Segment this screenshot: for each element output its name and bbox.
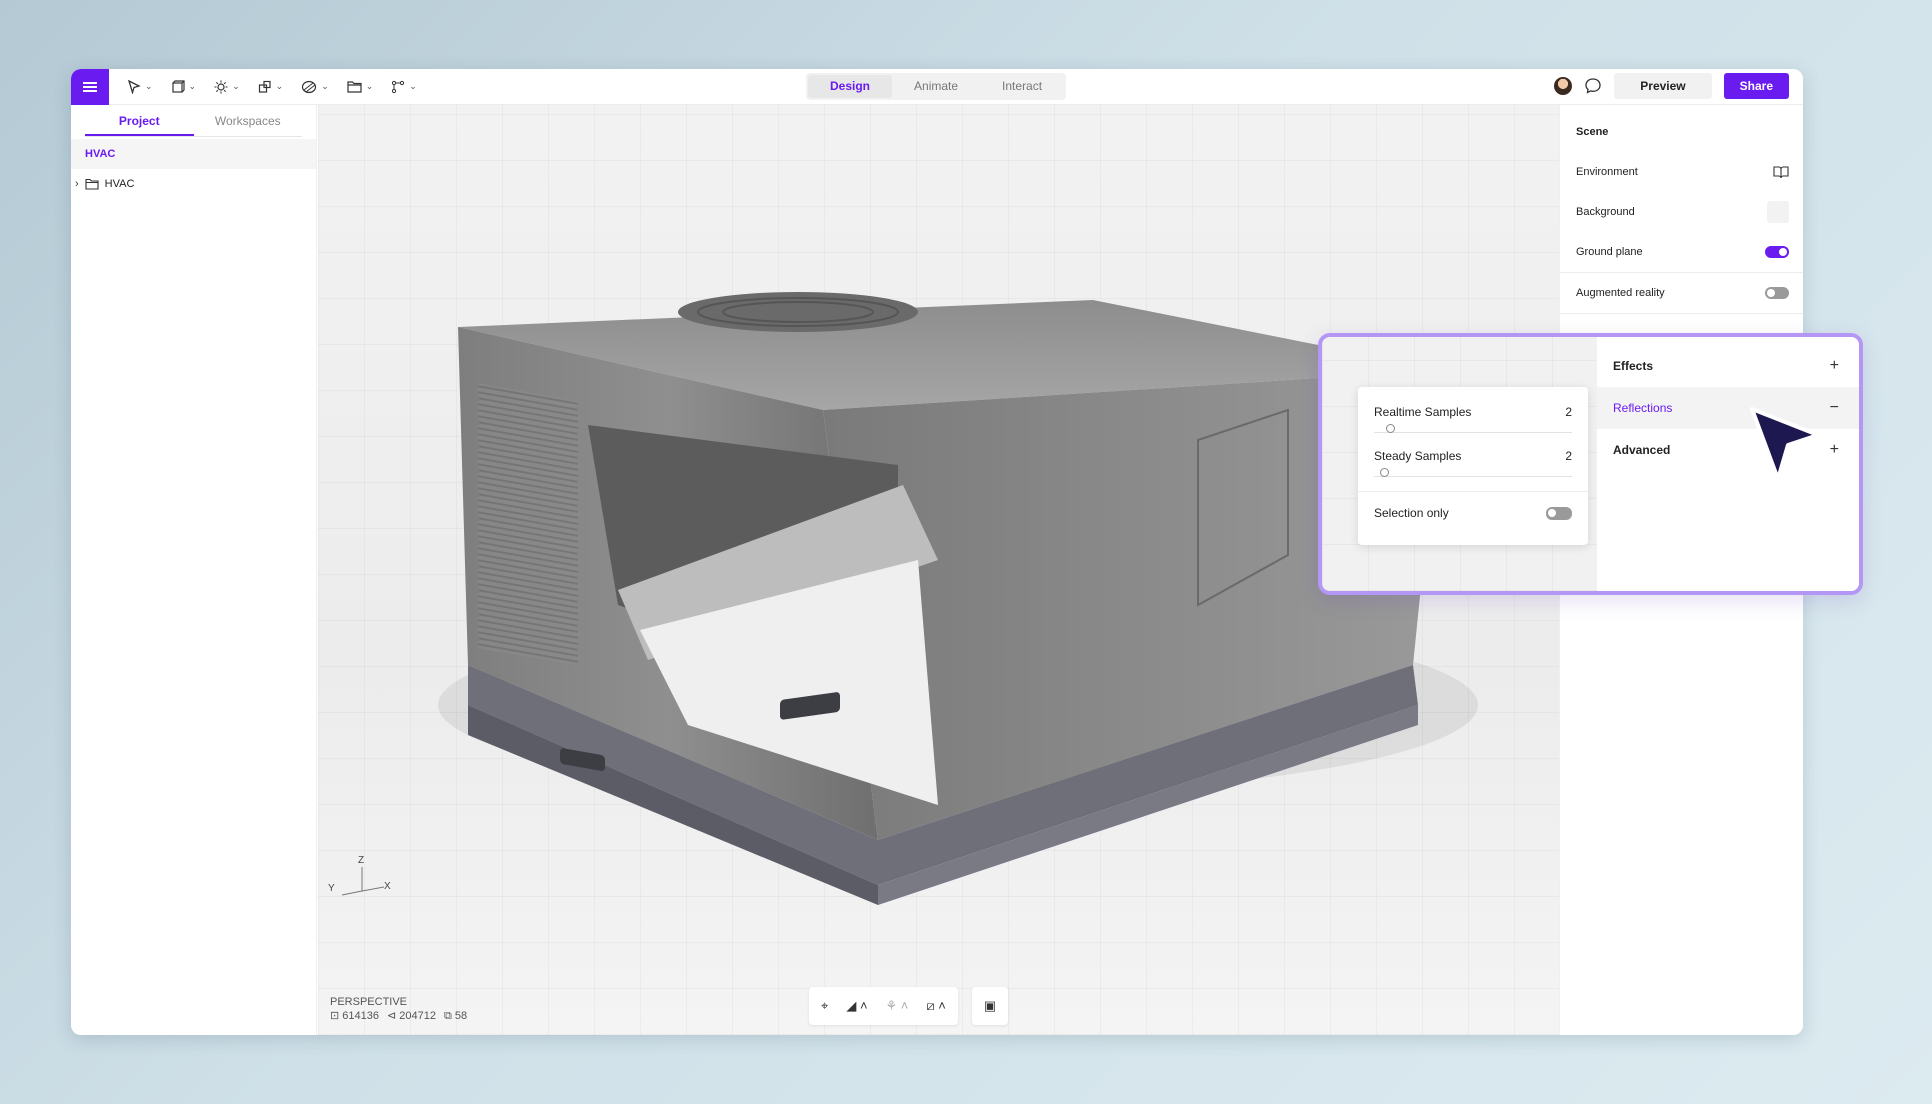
display-icon[interactable]: ⚘ ˄ [886, 998, 909, 1014]
background-row[interactable]: Background [1560, 192, 1803, 232]
select-tool-icon[interactable]: ⌄ [127, 79, 153, 94]
minus-icon[interactable]: − [1830, 399, 1839, 417]
steady-samples-value[interactable]: 2 [1565, 449, 1572, 463]
image-icon[interactable]: ▣ [984, 998, 996, 1014]
edge-icon: ⊲ [387, 1010, 400, 1022]
book-icon[interactable] [1773, 165, 1789, 179]
viewport-tool-group: ⌖ ◢ ˄ ⚘ ˄ ⧄ ˄ [809, 987, 958, 1025]
tab-design[interactable]: Design [808, 75, 893, 98]
viewport-controls: ⌖ ◢ ˄ ⚘ ˄ ⧄ ˄ ▣ [809, 987, 1009, 1025]
avatar[interactable] [1554, 77, 1573, 95]
object-count: ⧉ 58 [444, 1010, 468, 1022]
ground-plane-toggle[interactable] [1765, 246, 1789, 258]
augmented-reality-row[interactable]: Augmented reality [1560, 273, 1803, 313]
scene-stats: ⊡ 614136 ⊲ 204712 ⧉ 58 [330, 1009, 467, 1023]
camera-mode[interactable]: PERSPECTIVE [330, 995, 467, 1009]
path-tool-icon[interactable]: ⌄ [391, 80, 417, 94]
realtime-samples-label: Realtime Samples [1374, 405, 1472, 419]
tree-item-label: HVAC [104, 178, 135, 190]
plus-icon[interactable]: + [1830, 357, 1839, 375]
top-toolbar: ⌄ ⌄ ⌄ ⌄ ⌄ ⌄ ⌄ Design Animate Interact Pr… [71, 69, 1803, 105]
selection-only-toggle[interactable] [1546, 506, 1572, 520]
share-button[interactable]: Share [1723, 73, 1789, 99]
mode-switcher: Design Animate Interact [806, 73, 1067, 100]
selection-only-row: Selection only [1358, 492, 1588, 534]
material-tool-icon[interactable]: ⌄ [301, 80, 329, 94]
steady-samples-slider[interactable] [1374, 467, 1572, 477]
background-color-swatch[interactable] [1767, 201, 1789, 223]
hamburger-icon[interactable] [71, 69, 109, 105]
left-panel: Project Workspaces HVAC › HVAC [71, 105, 317, 1035]
left-panel-tabs: Project Workspaces [85, 105, 302, 137]
divider [1560, 313, 1803, 314]
tree-item-hvac[interactable]: › HVAC [71, 169, 316, 199]
object-icon: ⧉ [444, 1010, 455, 1022]
steady-samples-label: Steady Samples [1374, 449, 1462, 463]
realtime-samples-row: Realtime Samples 2 [1358, 387, 1588, 433]
folder-icon [85, 178, 99, 190]
slider-knob[interactable] [1386, 424, 1395, 433]
viewport-info: PERSPECTIVE ⊡ 614136 ⊲ 204712 ⧉ 58 [330, 995, 467, 1023]
vertex-icon: ⊡ [330, 1010, 343, 1022]
vertex-count: ⊡ 614136 [330, 1010, 379, 1022]
render-group: ▣ [971, 987, 1009, 1025]
folder-tool-icon[interactable]: ⌄ [347, 80, 373, 93]
realtime-samples-value[interactable]: 2 [1565, 405, 1572, 419]
tab-workspaces[interactable]: Workspaces [194, 105, 303, 136]
edge-count: ⊲ 204712 [387, 1010, 436, 1022]
focus-icon[interactable]: ⌖ [821, 998, 828, 1014]
toolbar-right: Preview Share [1554, 73, 1789, 99]
axis-gizmo: Z Y X [328, 855, 408, 905]
steady-samples-row: Steady Samples 2 [1358, 433, 1588, 477]
comment-icon[interactable] [1584, 77, 1602, 95]
instance-tool-icon[interactable]: ⌄ [258, 80, 283, 94]
environment-row[interactable]: Environment [1560, 152, 1803, 192]
reflections-popup: Realtime Samples 2 Steady Samples 2 Sele… [1358, 387, 1588, 545]
light-tool-icon[interactable]: ⌄ [214, 80, 240, 94]
slider-knob[interactable] [1380, 468, 1389, 477]
tab-interact[interactable]: Interact [980, 75, 1064, 98]
chevron-right-icon[interactable]: › [75, 178, 79, 190]
plus-icon[interactable]: + [1830, 441, 1839, 459]
wireframe-icon[interactable]: ⧄ ˄ [926, 998, 945, 1014]
ground-plane-row[interactable]: Ground plane [1560, 232, 1803, 272]
tab-project[interactable]: Project [85, 105, 194, 136]
preview-button[interactable]: Preview [1614, 73, 1712, 99]
cube-tool-icon[interactable]: ⌄ [171, 79, 196, 94]
tab-animate[interactable]: Animate [892, 75, 980, 98]
axis-y-label: Y [328, 883, 335, 894]
scene-section-title: Scene [1576, 126, 1609, 138]
cursor-pointer-icon [1750, 407, 1820, 481]
effects-row[interactable]: Effects + [1597, 345, 1859, 387]
augmented-reality-toggle[interactable] [1765, 287, 1789, 299]
realtime-samples-slider[interactable] [1374, 423, 1572, 433]
shading-icon[interactable]: ◢ ˄ [846, 998, 867, 1014]
project-name[interactable]: HVAC [71, 139, 316, 169]
selection-only-label: Selection only [1374, 506, 1449, 520]
